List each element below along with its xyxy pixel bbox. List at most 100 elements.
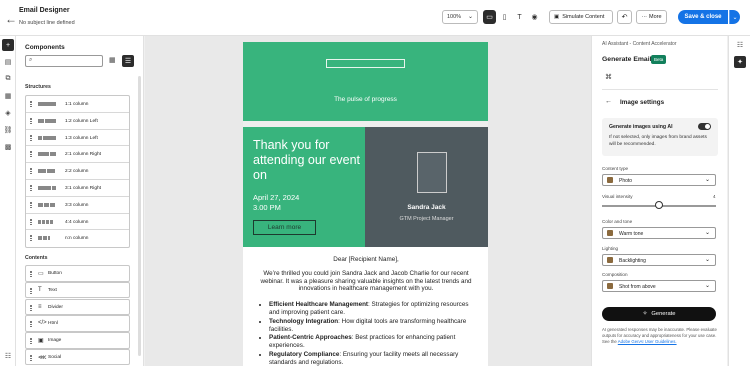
add-icon[interactable]: + xyxy=(2,39,14,51)
properties-icon[interactable]: ☷ xyxy=(734,39,746,51)
structure-item[interactable]: 1:2 column Left xyxy=(26,113,129,130)
settings-icon[interactable]: ☷ xyxy=(2,350,14,362)
lighting-label: Lighting xyxy=(602,246,619,251)
structure-item[interactable]: 2:1 column Right xyxy=(26,146,129,164)
drag-handle-icon[interactable] xyxy=(30,184,32,191)
save-close-button[interactable]: Save & close xyxy=(678,10,728,24)
content-item[interactable]: ⋘ Social xyxy=(25,348,130,366)
generate-images-toggle[interactable] xyxy=(698,123,711,130)
layout-icon[interactable]: ▤ xyxy=(2,56,14,68)
content-type-value: Photo xyxy=(619,178,633,184)
drag-handle-icon[interactable] xyxy=(30,271,32,277)
content-label: Button xyxy=(48,271,62,276)
drag-handle-icon[interactable] xyxy=(30,134,32,141)
save-options-chevron-icon[interactable]: ⌄ xyxy=(729,10,740,24)
social-icon: ⋘ xyxy=(38,354,47,361)
event-section[interactable]: Thank you for attending our event on Apr… xyxy=(243,127,365,247)
color-tone-select[interactable]: Warm tone ⌄ xyxy=(602,227,716,239)
structure-item[interactable]: n:n column xyxy=(26,230,129,247)
assets-icon[interactable]: ▦ xyxy=(2,90,14,102)
links-icon[interactable]: ⛓ xyxy=(2,124,14,136)
email-body[interactable]: Dear [Recipient Name], We’re thrilled yo… xyxy=(255,256,477,366)
email-canvas: The pulse of progress Thank you for atte… xyxy=(145,36,591,366)
ai-assistant-icon[interactable]: ✦ xyxy=(734,56,746,68)
visual-intensity-value: 4 xyxy=(713,194,716,199)
drag-handle-icon[interactable] xyxy=(30,101,32,107)
learn-more-button[interactable]: Learn more xyxy=(253,220,316,235)
content-label: Html xyxy=(48,321,58,327)
structure-item[interactable]: 1:1 column xyxy=(26,96,129,113)
search-input[interactable]: ⌕ xyxy=(25,55,103,67)
back-arrow-icon[interactable]: ← xyxy=(605,98,612,105)
content-item[interactable]: ▭ Button xyxy=(25,265,130,282)
drag-handle-icon[interactable] xyxy=(30,235,32,242)
drag-handle-icon[interactable] xyxy=(30,338,32,345)
grid-view-icon[interactable]: ▦ xyxy=(109,56,119,66)
fragments-icon[interactable]: ⧉ xyxy=(2,73,14,85)
ellipsis-icon: ··· xyxy=(641,14,647,20)
drag-handle-icon[interactable] xyxy=(30,218,32,225)
structures-title: Structures xyxy=(25,84,51,90)
panel-scrollbar[interactable] xyxy=(138,76,141,356)
header-section[interactable]: The pulse of progress xyxy=(243,42,488,121)
topic-item: Patient-Centric Approaches: Best practic… xyxy=(269,334,477,350)
drag-handle-icon[interactable] xyxy=(30,287,32,294)
structure-item[interactable]: 4:4 column xyxy=(26,214,129,231)
drag-handle-icon[interactable] xyxy=(30,354,32,361)
left-icon-rail: + ▤ ⧉ ▦ ◈ ⛓ ▩ ☷ xyxy=(0,36,16,366)
mobile-view-icon[interactable]: ▯ xyxy=(498,10,511,24)
content-label: Text xyxy=(48,287,57,293)
column-layout-icon xyxy=(38,202,55,207)
back-arrow-icon[interactable]: ← xyxy=(5,12,17,26)
composition-select[interactable]: Shot from above ⌄ xyxy=(602,280,716,292)
event-time: 3.00 PM xyxy=(253,202,281,212)
structure-item[interactable]: 1:3 column Left xyxy=(26,130,129,147)
visual-intensity-slider[interactable] xyxy=(655,201,663,209)
speaker-section[interactable]: Sandra Jack GTM Project Manager xyxy=(365,127,488,247)
drag-handle-icon[interactable] xyxy=(30,117,32,124)
divider xyxy=(602,89,718,90)
content-item[interactable]: ▣ Image xyxy=(25,332,130,349)
drag-handle-icon[interactable] xyxy=(30,321,32,328)
chevron-down-icon: ⌄ xyxy=(704,257,710,263)
drag-handle-icon[interactable] xyxy=(30,151,32,158)
greeting: Dear [Recipient Name], xyxy=(333,256,399,263)
contents-list: ▭ Button T Text ≡ Divider </> Html ▣ Image ⋘ Social xyxy=(25,265,130,366)
desktop-view-icon[interactable]: ▭ xyxy=(483,10,496,24)
drag-handle-icon[interactable] xyxy=(30,201,32,208)
chevron-down-icon: ⌄ xyxy=(704,283,710,289)
structure-item[interactable]: 3:3 column xyxy=(26,197,129,214)
content-item[interactable]: T Text xyxy=(25,281,130,299)
personalization-icon[interactable]: ▩ xyxy=(2,141,14,153)
structure-item[interactable]: 3:1 column Right xyxy=(26,180,129,197)
content-item[interactable]: ≡ Divider xyxy=(25,298,130,316)
text-view-icon[interactable]: T xyxy=(513,10,526,24)
content-item[interactable]: </> Html xyxy=(25,315,130,332)
lighting-select[interactable]: Backlighting ⌄ xyxy=(602,254,716,266)
photo-thumbnail xyxy=(607,177,613,183)
email-preview: The pulse of progress Thank you for atte… xyxy=(243,42,488,366)
speaker-name: Sandra Jack xyxy=(407,204,446,211)
more-button[interactable]: ··· More xyxy=(636,10,667,24)
structure-label: 3:3 column xyxy=(65,202,89,208)
topic-heading: Technology Integration xyxy=(269,317,339,325)
content-type-select[interactable]: Photo ⌄ xyxy=(602,174,716,186)
drag-handle-icon[interactable] xyxy=(30,168,32,175)
speaker-image-placeholder[interactable] xyxy=(417,152,447,193)
drag-handle-icon[interactable] xyxy=(30,304,32,311)
list-view-icon[interactable]: ☰ xyxy=(122,55,134,67)
layers-icon[interactable]: ◈ xyxy=(2,107,14,119)
collapse-icon[interactable]: ⌘ xyxy=(605,73,612,81)
button-icon: ▭ xyxy=(38,271,44,277)
generate-button[interactable]: ✧ Generate xyxy=(602,307,716,321)
column-layout-icon xyxy=(38,118,56,123)
undo-icon[interactable]: ↶ xyxy=(617,10,632,24)
logo-image-placeholder[interactable] xyxy=(326,59,405,68)
preview-eye-icon[interactable]: ◉ xyxy=(528,10,541,24)
structure-label: 4:4 column xyxy=(65,219,89,225)
content-label: Social xyxy=(48,354,62,360)
zoom-select[interactable]: 100% ⌄ xyxy=(442,10,478,24)
structure-item[interactable]: 2:2 column xyxy=(26,163,129,180)
simulate-content-button[interactable]: ▣ Simulate Content xyxy=(549,10,613,24)
guidelines-link[interactable]: Adobe GenAI User Guidelines. xyxy=(618,339,677,344)
